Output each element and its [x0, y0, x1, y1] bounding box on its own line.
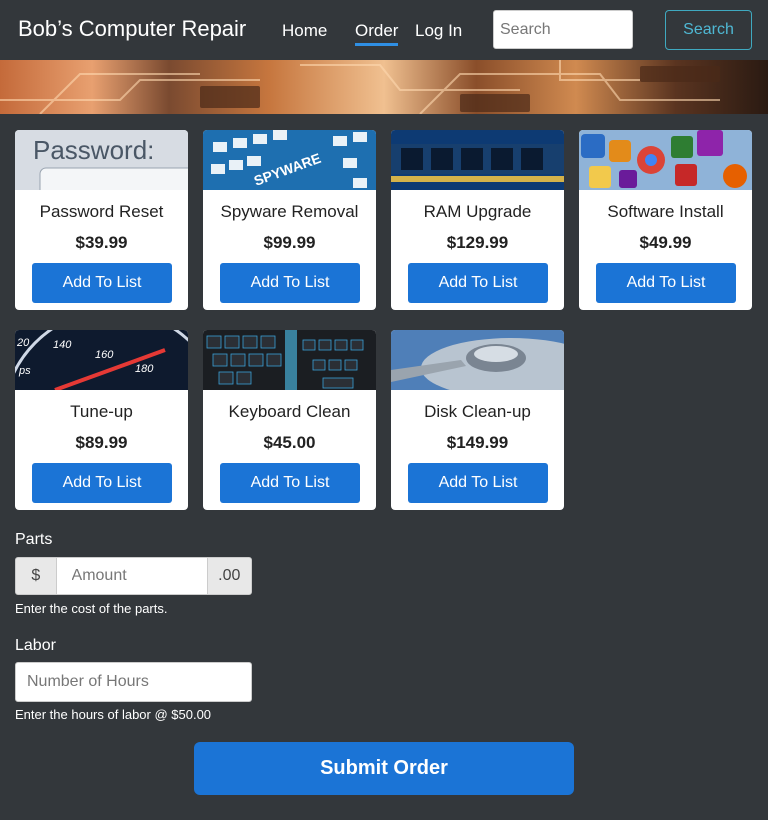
spyware-keys-image: SPYWARE	[203, 130, 376, 190]
service-title: Password Reset	[39, 202, 164, 221]
parts-help-text: Enter the cost of the parts.	[15, 601, 168, 616]
speedometer-image: 20 140 160 180 ps	[15, 330, 188, 390]
hard-disk-image	[391, 330, 564, 390]
gauge-tick: ps	[18, 365, 31, 377]
parts-input-group: $ .00	[15, 557, 252, 595]
service-card-password-reset: Password: Password Reset $39.99 Add To L…	[15, 130, 188, 310]
add-to-list-button[interactable]: Add To List	[408, 463, 548, 503]
labor-hours-input[interactable]	[15, 662, 252, 702]
add-to-list-button[interactable]: Add To List	[408, 263, 548, 303]
service-title: Spyware Removal	[220, 202, 359, 221]
service-title: Keyboard Clean	[228, 402, 351, 421]
service-card-software-install: Software Install $49.99 Add To List	[579, 130, 752, 310]
nav-link-home[interactable]: Home	[282, 21, 327, 41]
password-field-image: Password:	[15, 130, 188, 190]
password-image-text: Password:	[33, 135, 154, 165]
add-to-list-button[interactable]: Add To List	[596, 263, 736, 303]
keyboard-image	[203, 330, 376, 390]
service-price: $45.00	[263, 433, 316, 452]
brand-title[interactable]: Bob’s Computer Repair	[18, 16, 246, 42]
service-price: $39.99	[75, 233, 128, 252]
add-to-list-button[interactable]: Add To List	[220, 463, 360, 503]
gauge-tick: 20	[16, 337, 30, 349]
nav-link-order[interactable]: Order	[355, 21, 399, 46]
service-title: Software Install	[607, 202, 724, 221]
service-title: Tune-up	[70, 402, 133, 421]
service-price: $89.99	[75, 433, 128, 452]
parts-amount-input[interactable]	[56, 557, 207, 595]
labor-help-text: Enter the hours of labor @ $50.00	[15, 707, 212, 722]
service-title: Disk Clean-up	[424, 402, 531, 421]
search-input[interactable]	[493, 10, 633, 49]
search-button[interactable]: Search	[665, 10, 752, 50]
service-title: RAM Upgrade	[423, 202, 532, 221]
service-card-keyboard-clean: Keyboard Clean $45.00 Add To List	[203, 330, 376, 510]
service-price: $129.99	[446, 233, 509, 252]
navbar: Bob’s Computer Repair Home Order Log In …	[0, 0, 768, 60]
gauge-tick: 160	[95, 349, 114, 361]
add-to-list-button[interactable]: Add To List	[32, 263, 172, 303]
parts-label: Parts	[15, 531, 53, 548]
gauge-tick: 140	[53, 339, 72, 351]
gauge-tick: 180	[135, 363, 154, 375]
service-card-spyware-removal: SPYWARE Spyware Removal $99.99 Add To Li…	[203, 130, 376, 310]
service-card-ram-upgrade: RAM Upgrade $129.99 Add To List	[391, 130, 564, 310]
nav-link-login[interactable]: Log In	[415, 21, 462, 41]
add-to-list-button[interactable]: Add To List	[220, 263, 360, 303]
labor-label: Labor	[15, 637, 56, 654]
circuit-banner-image	[0, 60, 768, 114]
add-to-list-button[interactable]: Add To List	[32, 463, 172, 503]
submit-order-button[interactable]: Submit Order	[194, 742, 574, 795]
service-card-disk-clean-up: Disk Clean-up $149.99 Add To List	[391, 330, 564, 510]
software-icons-image	[579, 130, 752, 190]
service-price: $149.99	[446, 433, 509, 452]
dollar-prefix: $	[15, 557, 57, 595]
service-card-tune-up: 20 140 160 180 ps Tune-up $89.99 Add To …	[15, 330, 188, 510]
cents-suffix: .00	[206, 557, 252, 595]
service-price: $99.99	[263, 233, 316, 252]
service-price: $49.99	[639, 233, 692, 252]
ram-module-image	[391, 130, 564, 190]
